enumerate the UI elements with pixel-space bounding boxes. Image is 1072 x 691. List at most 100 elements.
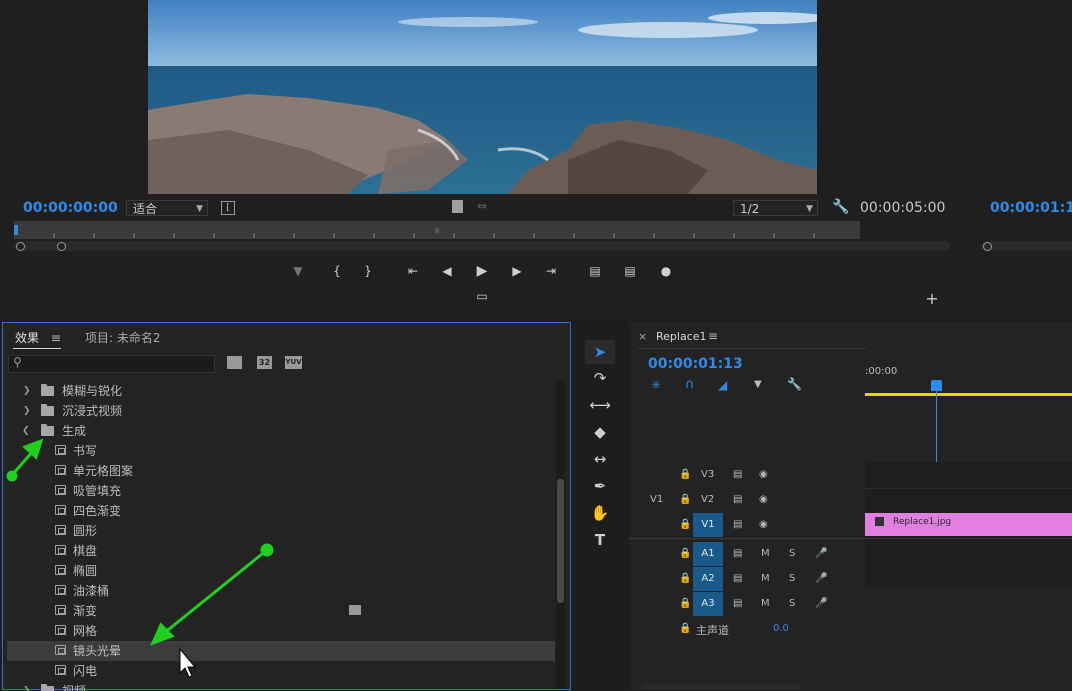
program-monitor: 00:00:00:00 适合 ▼ [ ⇔ 1/2 ▼ 🔧 00:00:05:00 <box>0 0 965 318</box>
microphone-icon[interactable]: 🎤 <box>815 548 827 559</box>
mute-button[interactable]: M <box>761 548 770 559</box>
zoom-scrollbar[interactable] <box>14 241 950 251</box>
eye-icon[interactable]: ◉ <box>759 519 768 530</box>
eye-icon[interactable]: ◉ <box>759 469 768 480</box>
resolution-dropdown[interactable]: 1/2 ▼ <box>733 200 818 216</box>
pen-tool-icon[interactable]: ✒ <box>585 474 615 498</box>
ruler-label: :00:00 <box>865 366 898 377</box>
track-header-v1: 🔒 V1 ▤ ◉ <box>629 513 865 537</box>
microphone-icon[interactable]: 🎤 <box>815 598 827 609</box>
go-to-out-icon[interactable]: ⇥ <box>541 262 561 280</box>
close-icon[interactable]: × <box>638 330 647 343</box>
annotation-arrows <box>6 438 274 678</box>
track-select-tool-icon[interactable]: ↷ <box>585 366 615 390</box>
sync-lock-icon[interactable]: ▤ <box>733 469 742 480</box>
step-forward-icon[interactable]: ▶ <box>507 262 527 280</box>
mouse-cursor-icon <box>179 647 197 678</box>
duration-timecode: 00:00:05:00 <box>860 200 946 216</box>
lock-icon[interactable]: 🔒 <box>679 519 691 530</box>
add-marker-icon[interactable]: ▼ <box>754 379 762 390</box>
lock-icon[interactable]: 🔒 <box>679 548 691 559</box>
snap-icon[interactable]: ∩ <box>685 377 695 392</box>
solo-button[interactable]: S <box>789 548 795 559</box>
clip-name: Replace1.jpg <box>893 517 952 527</box>
mark-in-icon[interactable]: { <box>327 262 347 280</box>
track-target-a3[interactable]: A3 <box>693 592 723 616</box>
nest-icon[interactable]: ✳ <box>651 378 661 392</box>
linked-selection-icon[interactable]: ◢ <box>718 378 727 392</box>
mute-button[interactable]: M <box>761 573 770 584</box>
overwrite-icon[interactable]: ▤ <box>620 262 640 280</box>
source-timecode[interactable]: 00:00:01:13 <box>990 200 1072 216</box>
mute-button[interactable]: M <box>761 598 770 609</box>
lock-icon[interactable]: 🔒 <box>679 623 691 634</box>
mark-out-icon[interactable]: } <box>358 262 378 280</box>
wrench-icon[interactable]: 🔧 <box>832 199 849 215</box>
bracket-toggle-icon[interactable]: [ <box>221 201 235 215</box>
source-monitor: 00:00:01:13 <box>967 0 1072 318</box>
insert-icon[interactable]: ▤ <box>585 262 605 280</box>
frame-icon[interactable] <box>452 200 463 213</box>
eye-icon[interactable]: ◉ <box>759 494 768 505</box>
marker-icon[interactable]: ▼ <box>288 262 308 280</box>
playhead-icon[interactable] <box>931 380 942 391</box>
ripple-edit-tool-icon[interactable]: ⟷ <box>585 393 615 417</box>
timeline-panel: × Replace1 ≡ 00:00:01:13 ✳ ∩ ◢ ▼ 🔧 :00:0… <box>629 322 1072 690</box>
solo-button[interactable]: S <box>789 573 795 584</box>
add-button-icon[interactable]: + <box>922 290 942 308</box>
video-preview <box>148 0 817 194</box>
source-scrollbar[interactable] <box>981 241 1072 251</box>
effects-panel: 效果 ≡ 项目: 未命名2 ⚲ 32 YUV ❯ 模糊与锐化 ❯ 沉浸式视频 ❮… <box>2 322 571 691</box>
resolution-value: 1/2 <box>740 202 760 216</box>
hand-tool-icon[interactable]: ✋ <box>585 501 615 525</box>
chevron-down-icon: ▼ <box>806 204 813 214</box>
track-header-a1: 🔒 A1 ▤ M S 🎤 <box>629 542 865 566</box>
lock-icon[interactable]: 🔒 <box>679 598 691 609</box>
tools-panel: ➤ ↷ ⟷ ◆ ↔ ✒ ✋ T <box>585 338 615 558</box>
timeline-scrollbar[interactable] <box>641 684 801 690</box>
lock-icon[interactable]: 🔒 <box>679 573 691 584</box>
track-header-v3: 🔒 V3 ▤ ◉ <box>629 463 865 487</box>
track-target-v1[interactable]: V1 <box>693 513 723 537</box>
track-label: V2 <box>701 494 715 505</box>
timeline-clip[interactable]: Replace1.jpg <box>865 513 1072 536</box>
track-label: V3 <box>701 469 715 480</box>
master-volume[interactable]: 0.0 <box>773 623 789 634</box>
timeline-ruler[interactable] <box>14 221 860 239</box>
type-tool-icon[interactable]: T <box>585 528 615 552</box>
selection-tool-icon[interactable]: ➤ <box>585 340 615 364</box>
sequence-tab[interactable]: Replace1 <box>656 330 707 343</box>
razor-tool-icon[interactable]: ◆ <box>585 420 615 444</box>
lock-icon[interactable]: 🔒 <box>679 469 691 480</box>
slip-tool-icon[interactable]: ↔ <box>585 447 615 471</box>
solo-button[interactable]: S <box>789 598 795 609</box>
sync-lock-icon[interactable]: ▤ <box>733 494 742 505</box>
wrench-icon[interactable]: 🔧 <box>787 377 802 391</box>
timeline-timecode[interactable]: 00:00:01:13 <box>648 356 743 372</box>
lift-icon[interactable]: ▭ <box>472 287 492 305</box>
track-header-v2: V1 🔒 V2 ▤ ◉ <box>629 488 865 512</box>
current-timecode[interactable]: 00:00:00:00 <box>23 200 118 216</box>
go-to-in-icon[interactable]: ⇤ <box>403 262 423 280</box>
master-label: 主声道 <box>696 624 729 637</box>
export-frame-icon[interactable]: ● <box>656 262 676 280</box>
microphone-icon[interactable]: 🎤 <box>815 573 827 584</box>
lock-icon[interactable]: 🔒 <box>679 494 691 505</box>
zoom-dropdown[interactable]: 适合 ▼ <box>126 200 208 216</box>
source-patch-label[interactable]: V1 <box>650 494 663 505</box>
fx-badge-icon <box>875 517 884 526</box>
vr-icon[interactable]: ⇔ <box>477 199 487 213</box>
zoom-value: 适合 <box>133 202 158 216</box>
step-back-icon[interactable]: ◀ <box>437 262 457 280</box>
panel-menu-icon[interactable]: ≡ <box>708 329 718 343</box>
play-icon[interactable]: ▶ <box>472 262 492 280</box>
sync-lock-icon[interactable]: ▤ <box>733 548 742 559</box>
master-track-header: 🔒 主声道 0.0 <box>629 617 865 641</box>
work-area-bar[interactable] <box>865 393 1072 396</box>
sync-lock-icon[interactable]: ▤ <box>733 573 742 584</box>
chevron-down-icon: ▼ <box>196 204 203 214</box>
sync-lock-icon[interactable]: ▤ <box>733 519 742 530</box>
track-target-a1[interactable]: A1 <box>693 542 723 566</box>
track-target-a2[interactable]: A2 <box>693 567 723 591</box>
sync-lock-icon[interactable]: ▤ <box>733 598 742 609</box>
